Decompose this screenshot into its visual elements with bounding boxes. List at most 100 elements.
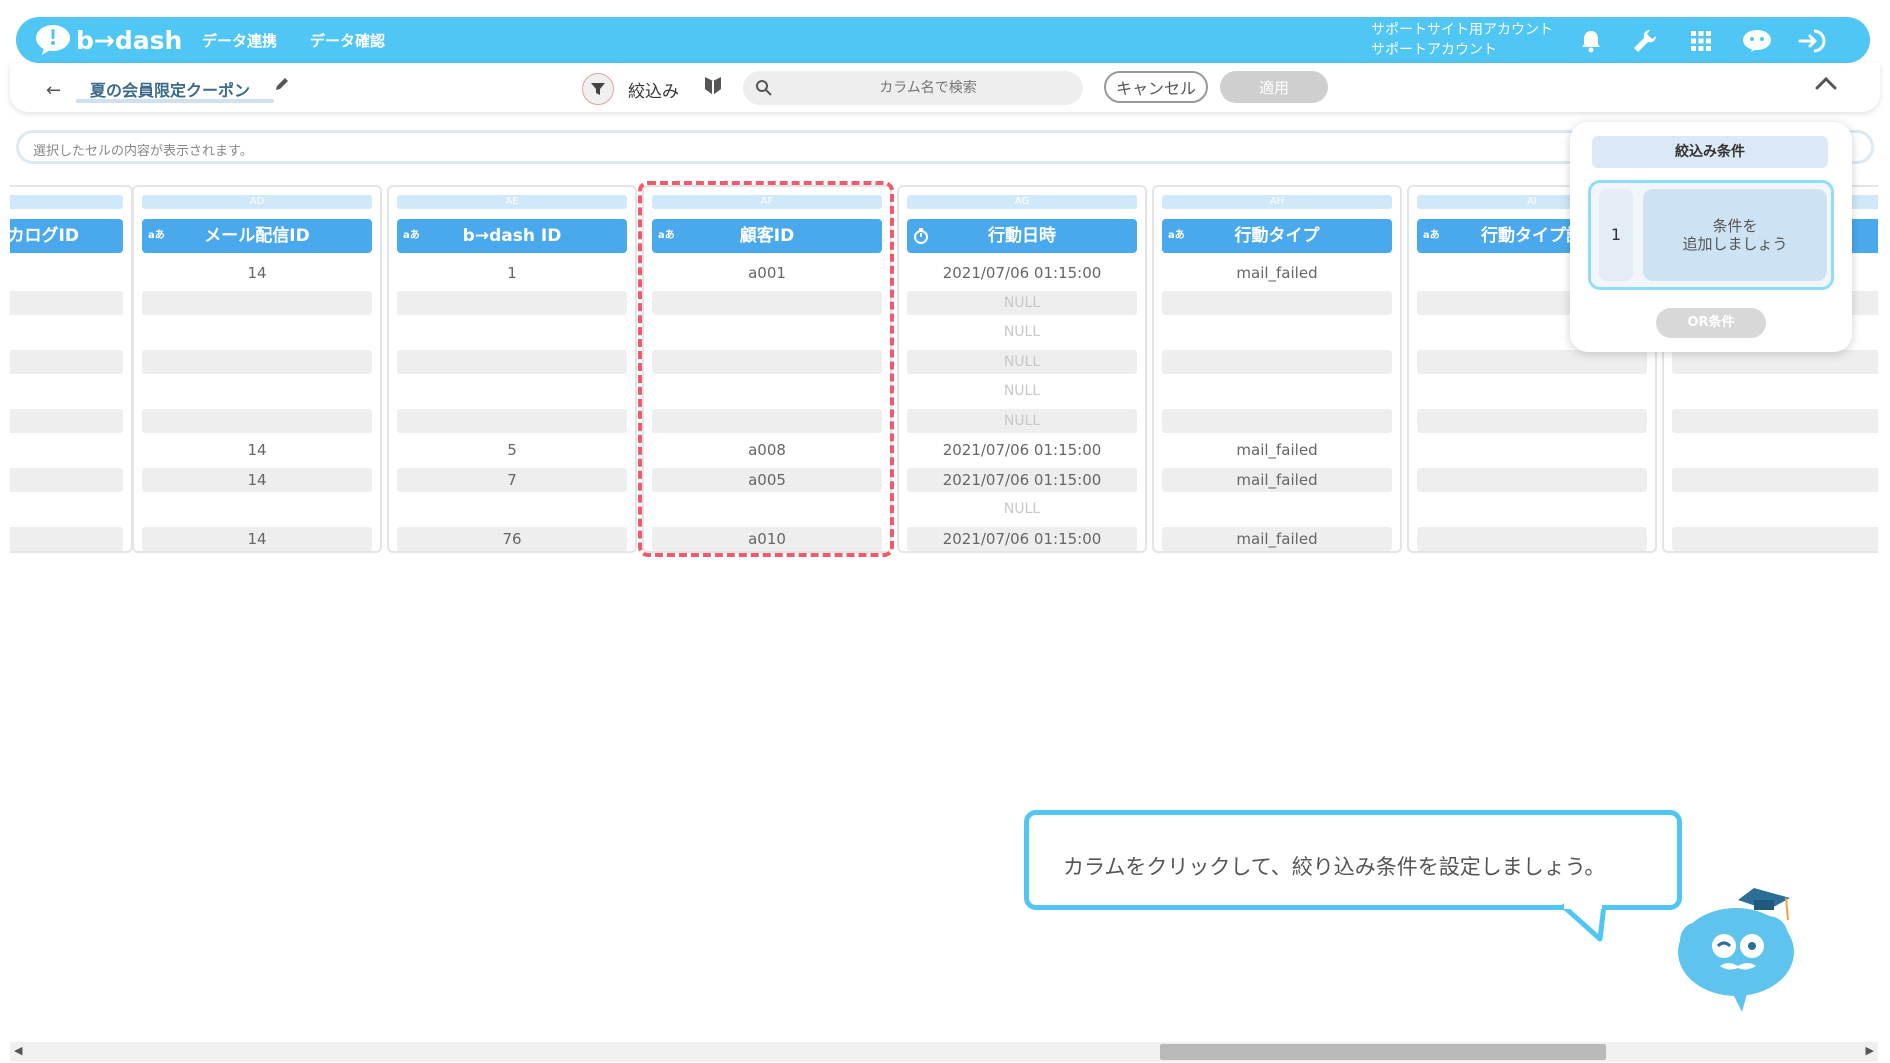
table-cell[interactable] [652,379,882,403]
table-cell[interactable]: 14 [142,527,372,551]
table-cell[interactable] [652,291,882,315]
table-cell[interactable] [1672,497,1878,521]
table-cell[interactable]: 14 [142,261,372,285]
table-cell[interactable]: 2021/07/06 01:15:00 [907,527,1137,551]
table-cell[interactable]: NULL [907,497,1137,521]
back-arrow-icon[interactable]: ← [46,80,61,101]
table-cell[interactable] [397,320,627,344]
apply-button[interactable]: 適用 [1220,71,1328,103]
table-cell[interactable] [652,350,882,374]
table-cell[interactable] [1417,527,1647,551]
column-header[interactable]: aあ 行動タイプ [1162,219,1392,253]
table-cell[interactable]: mail_failed [1162,527,1392,551]
column-header[interactable]: カログID [10,219,123,253]
table-cell[interactable]: 14 [142,438,372,462]
account-info[interactable]: サポートサイト用アカウント サポートアカウント [1371,20,1553,60]
table-cell[interactable] [142,320,372,344]
table-cell[interactable]: a005 [652,468,882,492]
mascot-chat-icon[interactable] [1742,26,1772,56]
table-cell[interactable] [1162,320,1392,344]
grid-column-catalog-id[interactable]: カログID [10,185,133,553]
grid-column-bdash-id[interactable]: AE aあ b→dash ID 1 5 7 76 [387,185,637,553]
bdash-logo[interactable]: b→dash [34,21,182,59]
table-cell[interactable]: 5 [397,438,627,462]
table-cell[interactable]: a010 [652,527,882,551]
table-cell[interactable] [142,291,372,315]
pencil-edit-icon[interactable] [274,76,290,92]
column-header[interactable]: 行動日時 [907,219,1137,253]
table-cell[interactable]: NULL [907,379,1137,403]
table-cell[interactable]: NULL [907,409,1137,433]
table-cell[interactable] [652,497,882,521]
table-cell[interactable] [1672,379,1878,403]
table-cell[interactable] [1162,379,1392,403]
table-cell[interactable] [142,379,372,403]
table-cell[interactable] [142,409,372,433]
table-cell[interactable] [397,497,627,521]
bell-icon[interactable] [1576,26,1606,56]
scrollbar-thumb[interactable] [1160,1044,1606,1060]
cancel-button[interactable]: キャンセル [1104,71,1208,103]
grid-column-customer-id[interactable]: AF aあ 顧客ID a001 a008 a005 a010 [642,185,892,553]
grid-apps-icon[interactable] [1686,26,1716,56]
table-cell[interactable] [652,320,882,344]
chevron-up-icon[interactable] [1814,75,1838,91]
horizontal-scrollbar[interactable]: ◀ ▶ [10,1042,1878,1062]
table-cell[interactable] [10,261,123,285]
table-cell[interactable] [397,291,627,315]
table-cell[interactable] [1672,409,1878,433]
table-cell[interactable] [1417,350,1647,374]
table-cell[interactable] [397,409,627,433]
beginner-mark-icon[interactable] [704,75,722,97]
table-cell[interactable] [1162,350,1392,374]
table-cell[interactable] [10,409,123,433]
table-cell[interactable] [10,497,123,521]
table-cell[interactable]: NULL [907,320,1137,344]
table-cell[interactable]: 2021/07/06 01:15:00 [907,468,1137,492]
table-cell[interactable] [1672,527,1878,551]
table-cell[interactable] [10,291,123,315]
table-cell[interactable] [1162,409,1392,433]
search-input[interactable] [783,71,1073,105]
table-cell[interactable] [1417,409,1647,433]
table-cell[interactable] [10,527,123,551]
grid-column-action-type[interactable]: AH aあ 行動タイプ mail_failed mail_failed mail_… [1152,185,1402,553]
table-cell[interactable]: mail_failed [1162,468,1392,492]
grid-column-mail-delivery-id[interactable]: AD aあ メール配信ID 14 14 14 14 [132,185,382,553]
table-cell[interactable] [10,438,123,462]
table-cell[interactable] [1162,291,1392,315]
table-cell[interactable] [1417,379,1647,403]
table-cell[interactable]: 7 [397,468,627,492]
table-cell[interactable] [1417,468,1647,492]
table-cell[interactable]: 2021/07/06 01:15:00 [907,261,1137,285]
grid-column-action-datetime[interactable]: AG 行動日時 2021/07/06 01:15:00 NULL NULL NU… [897,185,1147,553]
scroll-left-arrow-icon[interactable]: ◀ [14,1044,22,1057]
table-cell[interactable] [1672,438,1878,462]
table-cell[interactable]: 14 [142,468,372,492]
table-cell[interactable] [10,468,123,492]
table-cell[interactable] [1162,497,1392,521]
scroll-right-arrow-icon[interactable]: ▶ [1866,1044,1874,1057]
table-cell[interactable]: NULL [907,350,1137,374]
nav-link-data-integration[interactable]: データ連携 [202,30,277,51]
column-header[interactable]: aあ メール配信ID [142,219,372,253]
table-cell[interactable] [1417,438,1647,462]
or-condition-button[interactable]: OR条件 [1656,308,1766,338]
table-cell[interactable] [10,350,123,374]
add-condition-button[interactable]: 条件を 追加しましょう [1643,189,1827,281]
table-cell[interactable]: 76 [397,527,627,551]
table-cell[interactable] [397,379,627,403]
filter-funnel-icon[interactable] [582,73,614,105]
table-cell[interactable] [10,379,123,403]
table-cell[interactable] [142,350,372,374]
table-cell[interactable]: 1 [397,261,627,285]
table-cell[interactable]: mail_failed [1162,261,1392,285]
table-cell[interactable]: mail_failed [1162,438,1392,462]
logout-icon[interactable] [1798,26,1828,56]
nav-link-data-check[interactable]: データ確認 [310,30,385,51]
table-cell[interactable] [397,350,627,374]
table-cell[interactable] [1417,497,1647,521]
table-cell[interactable]: 2021/07/06 01:15:00 [907,438,1137,462]
page-title[interactable]: 夏の会員限定クーポン [90,77,250,101]
table-cell[interactable] [1672,468,1878,492]
